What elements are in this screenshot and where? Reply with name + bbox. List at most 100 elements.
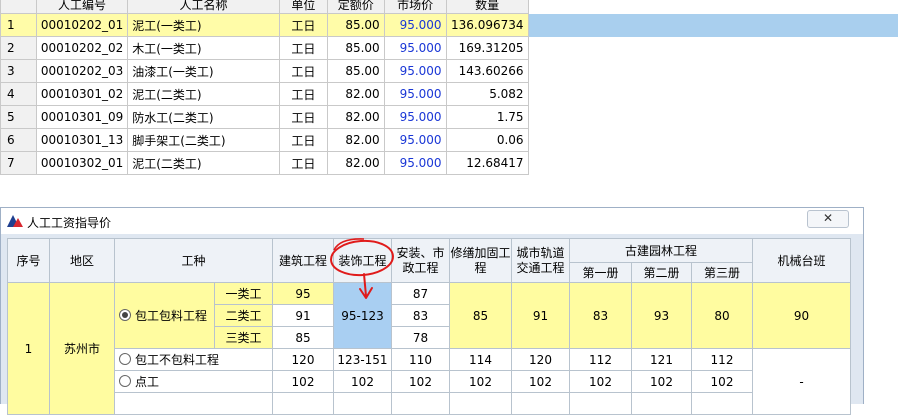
col-header-quantity[interactable]: 数量 [445, 0, 529, 14]
building-value: 91 [272, 304, 334, 327]
labor-name[interactable]: 泥工(一类工) [127, 13, 280, 37]
row-index[interactable]: 1 [0, 13, 37, 37]
labor-code[interactable]: 00010202_01 [35, 13, 129, 37]
table-row[interactable]: 2 00010202_02 木工(一类工) 工日 85.00 95.000 16… [0, 36, 899, 60]
market-price[interactable]: 95.000 [383, 105, 447, 129]
labor-unit[interactable]: 工日 [278, 13, 328, 37]
labor-code[interactable]: 00010302_01 [35, 151, 129, 175]
labor-code[interactable]: 00010301_13 [35, 128, 129, 152]
labor-name[interactable]: 木工(一类工) [127, 36, 280, 60]
row-index[interactable]: 7 [0, 151, 37, 175]
labor-unit[interactable]: 工日 [278, 59, 328, 83]
blank-cell [691, 392, 753, 415]
quota-price[interactable]: 85.00 [326, 13, 385, 37]
install-value: 78 [391, 326, 450, 349]
header-vol1: 第一册 [569, 262, 632, 283]
vol3-value: 102 [691, 370, 753, 393]
market-price[interactable]: 95.000 [383, 59, 447, 83]
row-index[interactable]: 3 [0, 59, 37, 83]
quota-price[interactable]: 82.00 [326, 151, 385, 175]
blank-cell [114, 392, 273, 415]
table-row[interactable]: 1 00010202_01 泥工(一类工) 工日 85.00 95.000 13… [0, 13, 899, 37]
table-row[interactable]: 3 00010202_03 油漆工(一类工) 工日 85.00 95.000 1… [0, 59, 899, 83]
dialog-title: 人工工资指导价 [27, 216, 112, 230]
app-logo-icon [7, 215, 23, 227]
quantity[interactable]: 0.06 [445, 128, 529, 152]
labor-name[interactable]: 脚手架工(二类工) [127, 128, 280, 152]
rail-value: 91 [511, 282, 570, 349]
col-header-market-price[interactable]: 市场价 [383, 0, 447, 14]
table-row[interactable]: 6 00010301_13 脚手架工(二类工) 工日 82.00 95.000 … [0, 128, 899, 152]
market-price[interactable]: 95.000 [383, 151, 447, 175]
radio-selected-icon[interactable] [119, 309, 131, 321]
vol3-value: 112 [691, 348, 753, 371]
market-price[interactable]: 95.000 [383, 128, 447, 152]
quantity[interactable]: 12.68417 [445, 151, 529, 175]
labor-name[interactable]: 泥工(二类工) [127, 151, 280, 175]
quota-price[interactable]: 85.00 [326, 36, 385, 60]
labor-code[interactable]: 00010202_03 [35, 59, 129, 83]
radio-unselected-icon[interactable] [119, 375, 131, 387]
labor-name[interactable]: 油漆工(一类工) [127, 59, 280, 83]
labor-code[interactable]: 00010301_02 [35, 82, 129, 106]
decoration-value: 102 [333, 370, 392, 393]
row-empty-fill [528, 151, 899, 175]
empty-header [528, 0, 899, 14]
labor-code[interactable]: 00010301_09 [35, 105, 129, 129]
vol2-value: 102 [631, 370, 692, 393]
market-price[interactable]: 95.000 [383, 13, 447, 37]
quota-price[interactable]: 85.00 [326, 59, 385, 83]
quantity[interactable]: 5.082 [445, 82, 529, 106]
quota-price[interactable]: 82.00 [326, 105, 385, 129]
col-header-name[interactable]: 人工名称 [127, 0, 280, 14]
table-row[interactable]: 5 00010301_09 防水工(二类工) 工日 82.00 95.000 1… [0, 105, 899, 129]
labor-unit[interactable]: 工日 [278, 82, 328, 106]
row-index[interactable]: 4 [0, 82, 37, 106]
row-region: 苏州市 [49, 282, 115, 415]
building-value: 120 [272, 348, 334, 371]
vol1-value: 102 [569, 370, 632, 393]
table-row[interactable]: 4 00010301_02 泥工(二类工) 工日 82.00 95.000 5.… [0, 82, 899, 106]
labor-unit[interactable]: 工日 [278, 105, 328, 129]
building-value: 102 [272, 370, 334, 393]
all-inclusive-option[interactable]: 包工包料工程 [114, 282, 215, 349]
col-header-code[interactable]: 人工编号 [35, 0, 129, 14]
quantity[interactable]: 136.096734 [445, 13, 529, 37]
market-price[interactable]: 95.000 [383, 82, 447, 106]
labor-unit[interactable]: 工日 [278, 36, 328, 60]
row-empty-fill [528, 36, 899, 60]
header-machine: 机械台班 [752, 238, 851, 283]
radio-unselected-icon[interactable] [119, 353, 131, 365]
col-header-unit[interactable]: 单位 [278, 0, 328, 14]
col-header-quota-price[interactable]: 定额价 [326, 0, 385, 14]
grade-label: 三类工 [214, 326, 273, 349]
labor-unit[interactable]: 工日 [278, 151, 328, 175]
quantity[interactable]: 143.60266 [445, 59, 529, 83]
vol2-value: 121 [631, 348, 692, 371]
header-trade: 工种 [114, 238, 273, 283]
close-button[interactable]: ✕ [807, 210, 849, 228]
labor-name[interactable]: 泥工(二类工) [127, 82, 280, 106]
labor-unit[interactable]: 工日 [278, 128, 328, 152]
quantity[interactable]: 1.75 [445, 105, 529, 129]
row-index[interactable]: 2 [0, 36, 37, 60]
labor-code[interactable]: 00010202_02 [35, 36, 129, 60]
decoration-value: 123-151 [333, 348, 392, 371]
market-price[interactable]: 95.000 [383, 36, 447, 60]
quota-price[interactable]: 82.00 [326, 82, 385, 106]
table-row[interactable]: 7 00010302_01 泥工(二类工) 工日 82.00 95.000 12… [0, 151, 899, 175]
repair-value: 85 [449, 282, 512, 349]
row-index[interactable]: 6 [0, 128, 37, 152]
machine-value: - [752, 348, 851, 415]
quota-price[interactable]: 82.00 [326, 128, 385, 152]
quantity[interactable]: 169.31205 [445, 36, 529, 60]
row-index[interactable]: 5 [0, 105, 37, 129]
dialog-title-bar[interactable]: 人工工资指导价 ✕ [1, 208, 863, 234]
labor-only-option[interactable]: 包工不包料工程 [114, 348, 273, 371]
labor-name[interactable]: 防水工(二类工) [127, 105, 280, 129]
day-labor-option[interactable]: 点工 [114, 370, 273, 393]
header-decoration: 装饰工程 [333, 238, 392, 283]
row-empty-fill [528, 128, 899, 152]
blank-cell [333, 392, 392, 415]
day-labor-label: 点工 [135, 375, 160, 389]
